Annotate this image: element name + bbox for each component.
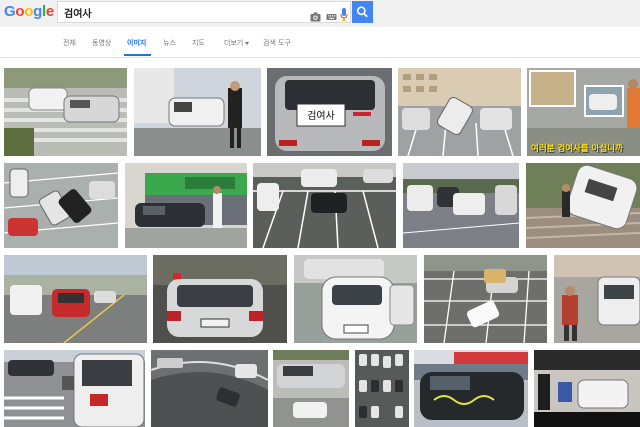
tab-news[interactable]: 뉴스 — [163, 38, 176, 48]
search-input[interactable] — [64, 4, 294, 20]
logo-letter: o — [15, 3, 25, 20]
tab-all[interactable]: 전체 — [63, 38, 76, 48]
image-thumbnail[interactable] — [534, 350, 640, 427]
tab-images[interactable]: 이미지 — [127, 38, 146, 48]
image-thumbnail[interactable] — [403, 163, 519, 248]
image-thumbnail[interactable] — [294, 255, 417, 343]
microphone-icon[interactable] — [340, 6, 348, 25]
logo-letter: e — [45, 3, 54, 20]
image-thumbnail[interactable] — [4, 255, 147, 343]
image-thumbnail[interactable] — [4, 68, 127, 156]
camera-icon[interactable] — [310, 7, 321, 26]
rear-sign-text: 검여사 — [307, 110, 335, 122]
image-thumbnail[interactable]: 검여사 — [267, 68, 392, 156]
tab-more[interactable]: 더보기 — [224, 38, 250, 48]
image-thumbnail[interactable] — [554, 255, 640, 343]
search-button[interactable] — [352, 1, 373, 23]
image-caption: 여러분 검여사를 아십니까 — [531, 144, 623, 154]
chevron-down-icon — [245, 41, 250, 45]
tab-maps[interactable]: 지도 — [192, 38, 205, 48]
tab-videos[interactable]: 동영상 — [92, 38, 111, 48]
google-logo[interactable]: Google — [4, 3, 54, 20]
image-thumbnail[interactable] — [253, 163, 396, 248]
image-thumbnail[interactable] — [134, 68, 261, 156]
tab-search-tools[interactable]: 검색 도구 — [263, 38, 291, 48]
tab-more-label: 더보기 — [224, 39, 244, 47]
search-box — [57, 1, 351, 23]
active-tab-indicator — [124, 54, 151, 56]
top-bar: Google — [0, 0, 640, 27]
image-thumbnail[interactable] — [414, 350, 528, 427]
image-thumbnail[interactable] — [273, 350, 349, 427]
image-thumbnail[interactable] — [153, 255, 287, 343]
search-icon — [352, 6, 373, 26]
image-thumbnail[interactable] — [526, 163, 640, 248]
search-tabs: 전체 동영상 이미지 뉴스 지도 더보기 검색 도구 — [0, 27, 640, 58]
image-thumbnail[interactable] — [355, 350, 409, 427]
keyboard-icon[interactable] — [326, 7, 337, 26]
logo-letter: o — [24, 3, 34, 20]
image-thumbnail[interactable] — [398, 68, 521, 156]
image-thumbnail[interactable] — [151, 350, 268, 427]
image-thumbnail[interactable] — [4, 163, 118, 248]
logo-letter: G — [4, 3, 16, 20]
image-thumbnail[interactable] — [125, 163, 247, 248]
image-thumbnail[interactable] — [424, 255, 547, 343]
logo-letter: g — [33, 3, 42, 20]
image-thumbnail[interactable] — [4, 350, 145, 427]
image-thumbnail[interactable]: 여러분 검여사를 아십니까 — [527, 68, 640, 156]
